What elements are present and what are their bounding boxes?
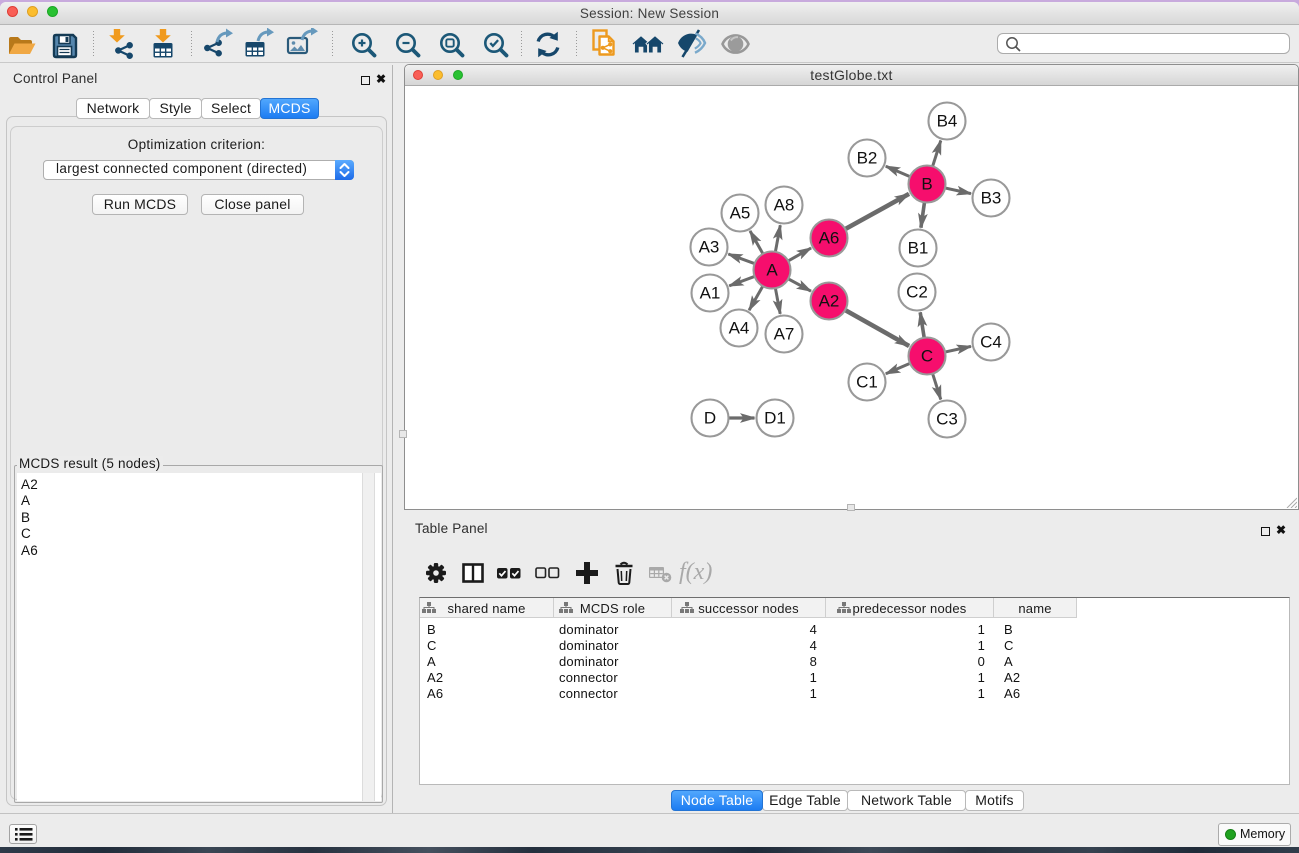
svg-text:D: D bbox=[704, 409, 716, 428]
svg-text:A8: A8 bbox=[774, 196, 795, 215]
svg-text:A1: A1 bbox=[700, 284, 721, 303]
svg-text:C2: C2 bbox=[906, 283, 928, 302]
svg-text:B4: B4 bbox=[937, 112, 958, 131]
svg-text:A4: A4 bbox=[729, 319, 750, 338]
svg-text:B: B bbox=[921, 175, 932, 194]
svg-text:B2: B2 bbox=[857, 149, 878, 168]
svg-text:A: A bbox=[766, 261, 778, 280]
svg-text:B3: B3 bbox=[981, 189, 1002, 208]
svg-text:f(x): f(x) bbox=[679, 559, 712, 585]
svg-text:D1: D1 bbox=[764, 409, 786, 428]
svg-text:A2: A2 bbox=[819, 292, 840, 311]
svg-text:C: C bbox=[921, 347, 933, 366]
svg-text:A7: A7 bbox=[774, 325, 795, 344]
svg-text:C3: C3 bbox=[936, 410, 958, 429]
svg-text:A3: A3 bbox=[699, 238, 720, 257]
svg-text:A5: A5 bbox=[730, 204, 751, 223]
svg-text:C4: C4 bbox=[980, 333, 1002, 352]
svg-text:C1: C1 bbox=[856, 373, 878, 392]
svg-text:A6: A6 bbox=[819, 229, 840, 248]
svg-text:B1: B1 bbox=[908, 239, 929, 258]
